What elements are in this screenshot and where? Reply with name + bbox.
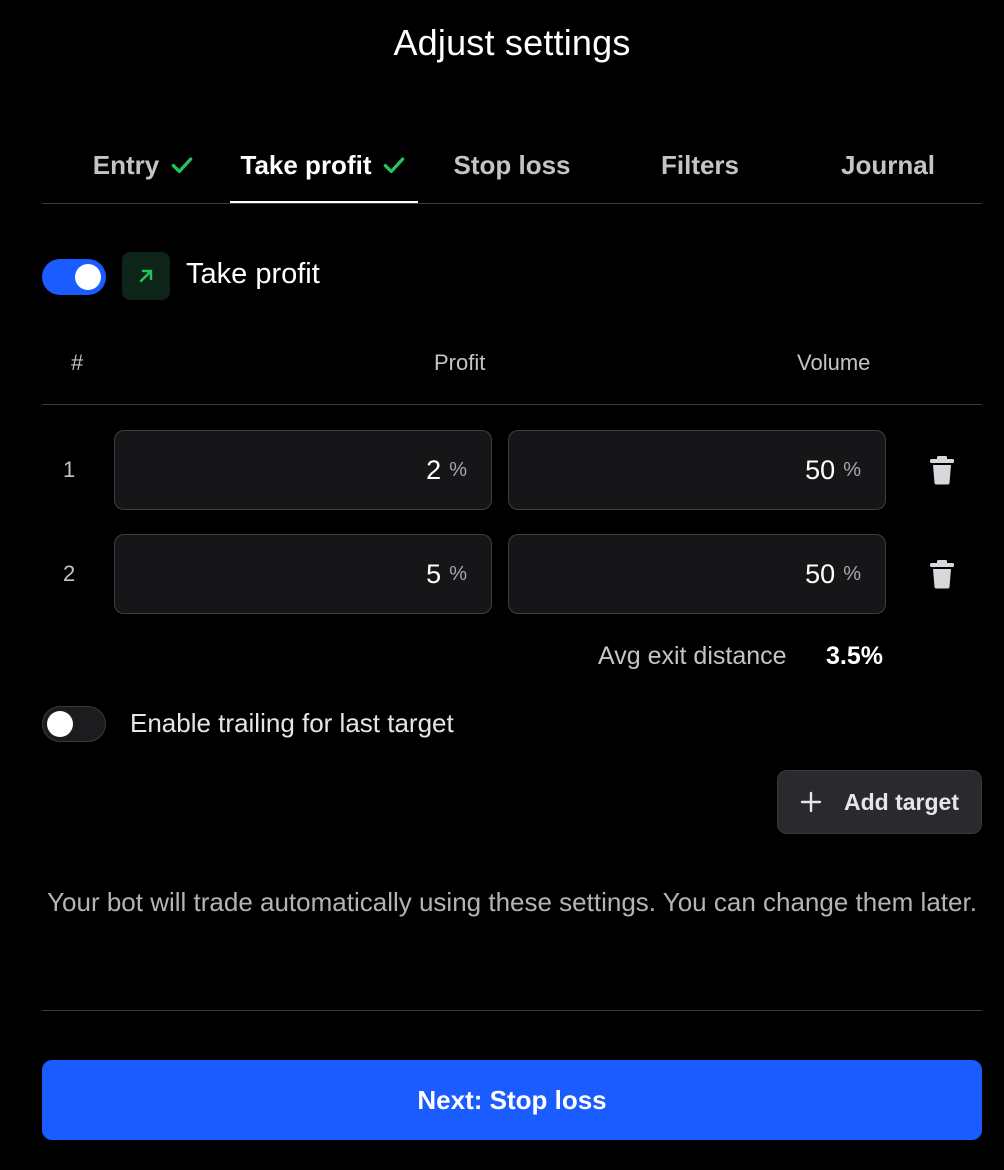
percent-unit: % xyxy=(449,562,467,585)
profit-value: 2 xyxy=(426,454,442,485)
profit-input[interactable]: 2 % xyxy=(114,430,492,510)
column-header-profit: Profit xyxy=(434,350,486,375)
toggle-knob xyxy=(47,711,73,737)
tab-take-profit[interactable]: Take profit xyxy=(230,128,418,203)
add-target-button[interactable]: Add target xyxy=(777,770,982,834)
profit-value: 5 xyxy=(426,558,442,589)
tab-label: Filters xyxy=(660,149,740,180)
profit-input[interactable]: 5 % xyxy=(114,534,492,614)
take-profit-toggle[interactable] xyxy=(42,259,106,295)
add-target-label: Add target xyxy=(844,788,959,815)
volume-value: 50 xyxy=(805,558,836,589)
tab-label: Journal xyxy=(841,149,935,180)
plus-icon xyxy=(800,791,822,813)
volume-value: 50 xyxy=(805,454,836,485)
avg-exit-distance-value: 3.5% xyxy=(826,642,883,670)
page-title: Adjust settings xyxy=(393,22,631,63)
take-profit-label: Take profit xyxy=(186,258,320,290)
tab-label: Stop loss xyxy=(453,149,571,180)
tab-label: Take profit xyxy=(240,149,372,180)
tab-filters[interactable]: Filters xyxy=(606,128,794,202)
check-icon xyxy=(384,157,405,174)
trailing-toggle[interactable] xyxy=(42,706,106,742)
tab-stop-loss[interactable]: Stop loss xyxy=(418,128,606,202)
footer-divider xyxy=(42,1010,982,1011)
next-stop-loss-button[interactable]: Next: Stop loss xyxy=(42,1060,982,1140)
row-number: 1 xyxy=(63,457,76,482)
tab-journal[interactable]: Journal xyxy=(794,128,982,202)
arrow-up-right-icon xyxy=(139,269,153,283)
tab-entry[interactable]: Entry xyxy=(64,128,224,202)
check-icon xyxy=(171,157,193,174)
toggle-knob xyxy=(75,264,101,290)
trash-icon[interactable] xyxy=(929,559,955,589)
tab-label: Entry xyxy=(92,149,160,180)
percent-unit: % xyxy=(449,458,467,481)
column-header-volume: Volume xyxy=(797,350,871,375)
info-note: Your bot will trade automatically using … xyxy=(47,887,977,917)
avg-exit-distance-label: Avg exit distance xyxy=(598,642,787,670)
percent-unit: % xyxy=(843,458,861,481)
trailing-label: Enable trailing for last target xyxy=(130,708,454,738)
volume-input[interactable]: 50 % xyxy=(508,534,886,614)
take-profit-icon-badge xyxy=(122,252,170,300)
settings-tabs: Entry Take profit Stop loss Filters Jour… xyxy=(42,128,982,204)
table-divider xyxy=(42,404,982,405)
percent-unit: % xyxy=(843,562,861,585)
row-number: 2 xyxy=(63,561,76,586)
volume-input[interactable]: 50 % xyxy=(508,430,886,510)
column-header-number: # xyxy=(71,350,84,375)
trash-icon[interactable] xyxy=(929,455,955,485)
